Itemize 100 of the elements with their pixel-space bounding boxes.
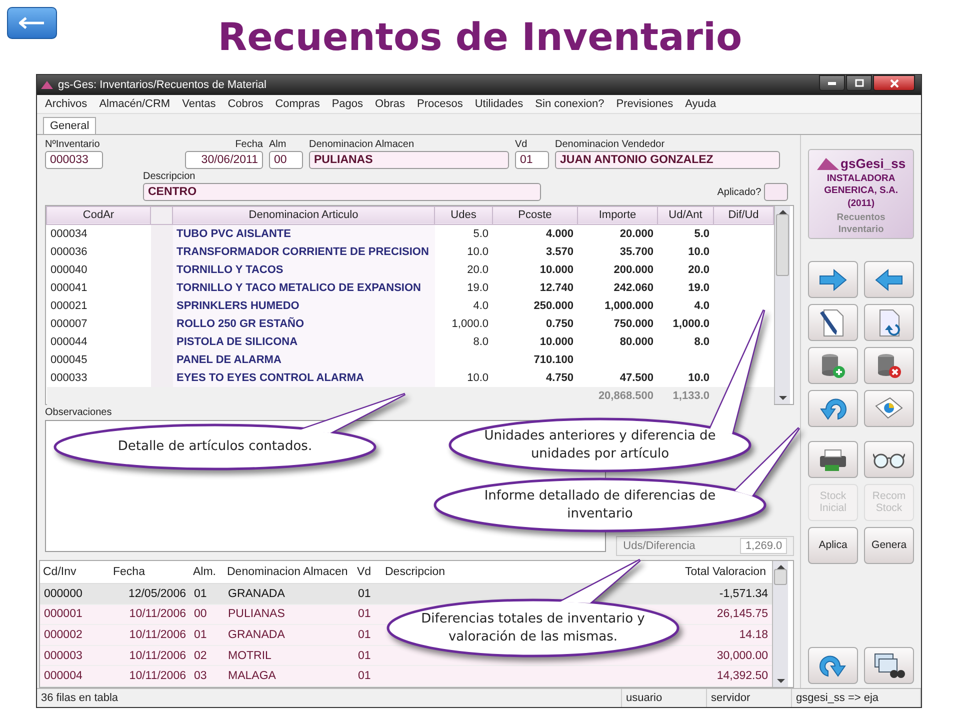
table-cell-text: 200.000: [612, 262, 654, 278]
table-cell: 5.0: [658, 224, 714, 243]
field-label: Observaciones: [45, 406, 113, 418]
action-button[interactable]: Genera: [864, 527, 914, 564]
table-cell-text: 1,000.000: [604, 298, 654, 314]
table-cell: 26,145.75: [682, 604, 772, 625]
pyramid-icon: [816, 158, 839, 170]
table-cell: MOTRIL: [224, 645, 354, 666]
column-header[interactable]: Udes: [434, 206, 492, 224]
table-cell: 000034: [46, 224, 150, 243]
maximize-icon: [854, 79, 864, 87]
close-button[interactable]: [873, 75, 915, 91]
menu-item[interactable]: Compras: [275, 98, 320, 110]
menu-item[interactable]: Pagos: [332, 98, 364, 110]
table-cell: 02: [190, 645, 224, 666]
menu-item[interactable]: Almacén/CRM: [99, 98, 170, 110]
table-cell[interactable]: 000000: [40, 584, 110, 604]
table-cell[interactable]: 000002: [40, 624, 110, 646]
table-cell[interactable]: 000001: [40, 604, 110, 625]
tool-button[interactable]: [808, 261, 858, 298]
tool-button[interactable]: [864, 647, 914, 684]
text-field[interactable]: 01: [515, 151, 549, 169]
back-button[interactable]: [7, 7, 57, 39]
minimize-button[interactable]: [819, 75, 845, 91]
menu-item[interactable]: Cobros: [228, 98, 264, 110]
column-header[interactable]: Pcoste: [492, 206, 578, 224]
company-name: INSTALADORA GENERICA, S.A. (2011): [823, 173, 900, 210]
table-cell: 20.0: [434, 260, 492, 279]
callout-text: Diferencias totales de inventario y valoración de las mismas.: [420, 610, 646, 646]
tool-button[interactable]: [808, 304, 858, 341]
field-label: Alm: [269, 139, 288, 150]
scrollbar[interactable]: [772, 561, 788, 688]
table-cell[interactable]: 000004: [40, 666, 110, 687]
table-cell: 000033: [46, 368, 150, 387]
status-text: servidor: [707, 689, 792, 707]
tool-button[interactable]: [864, 441, 914, 478]
table-cell: 30,000.00: [682, 645, 772, 666]
menu-item[interactable]: Previsiones: [616, 98, 674, 110]
table-cell-text: 750.000: [612, 316, 654, 332]
menu-item[interactable]: Procesos: [417, 98, 463, 110]
table-cell: 10.0: [434, 242, 492, 261]
text-field[interactable]: CENTRO: [143, 183, 541, 201]
tool-button[interactable]: [808, 647, 858, 684]
table-cell-text: 242.060: [612, 280, 654, 296]
text-field[interactable]: PULIANAS: [309, 151, 509, 169]
table-cell: PANEL DE ALARMA: [172, 350, 434, 369]
arrow-left-icon: [874, 268, 904, 290]
table-cell[interactable]: 000003: [40, 645, 110, 666]
menu-item[interactable]: Archivos: [45, 98, 88, 110]
menu-item[interactable]: Ventas: [182, 98, 216, 110]
database-add-icon: [819, 352, 848, 380]
maximize-button[interactable]: [846, 75, 872, 91]
tool-button[interactable]: [808, 347, 858, 384]
arrow-left-icon: [19, 17, 45, 29]
tool-button[interactable]: [808, 441, 858, 478]
tool-button[interactable]: [808, 390, 858, 427]
table-cell: 10/11/2006: [110, 604, 190, 625]
table-cell: TUBO PVC AISLANTE: [172, 224, 434, 243]
table-cell: 01: [354, 666, 382, 687]
text-field[interactable]: 00: [269, 151, 303, 169]
total-cell: 20,868.500: [578, 386, 658, 405]
pen-document-icon: [820, 308, 846, 338]
tool-button[interactable]: [864, 347, 914, 384]
table-cell: TORNILLO Y TACOS: [172, 260, 434, 279]
total-cell: 1,133.0: [658, 386, 714, 405]
menu-item[interactable]: Sin conexion?: [535, 98, 604, 110]
field-label: Vd: [515, 139, 528, 150]
table-cell: 01: [354, 584, 382, 604]
table-cell: 20.000: [578, 224, 658, 243]
menu-item[interactable]: Ayuda: [685, 98, 716, 110]
table-cell: 10/11/2006: [110, 666, 190, 687]
menu-item[interactable]: Utilidades: [474, 98, 524, 110]
scrollbar[interactable]: [774, 206, 790, 404]
minimize-icon: [828, 82, 836, 84]
summary-label: Uds/Diferencia: [623, 540, 696, 552]
printer-icon: [818, 448, 848, 472]
table-cell: 12/05/2006: [110, 584, 190, 604]
column-header[interactable]: CodAr: [46, 206, 150, 224]
table-cell-text: 000021: [50, 298, 88, 314]
column-header[interactable]: Ud/Ant: [658, 206, 714, 224]
field-label: Denominacion Vendedor: [555, 139, 666, 150]
column-header[interactable]: Denominacion Articulo: [172, 206, 434, 224]
checkbox[interactable]: [764, 183, 788, 201]
table-cell: 00: [190, 604, 224, 625]
menu-item[interactable]: Obras: [375, 98, 405, 110]
table-cell-text: 4.0: [693, 298, 710, 314]
tab[interactable]: General: [43, 117, 96, 134]
tool-button[interactable]: [864, 304, 914, 341]
text-field[interactable]: JUAN ANTONIO GONZALEZ: [555, 151, 780, 169]
callout-text: Unidades anteriores y diferencia de unidades por artículo: [483, 427, 717, 463]
text-field[interactable]: 30/06/2011: [185, 151, 263, 169]
table-cell: 5.0: [434, 224, 492, 243]
column-header[interactable]: Importe: [578, 206, 658, 224]
column-header[interactable]: Dif/Ud: [714, 206, 774, 224]
tool-button[interactable]: [864, 261, 914, 298]
text-field[interactable]: 000033: [45, 151, 103, 169]
table-cell-text: 0.750: [544, 316, 574, 332]
table-cell-text: 35.700: [618, 244, 654, 260]
action-button[interactable]: Aplica: [808, 527, 858, 564]
status-text: gsgesi_ss => eja: [792, 689, 921, 707]
